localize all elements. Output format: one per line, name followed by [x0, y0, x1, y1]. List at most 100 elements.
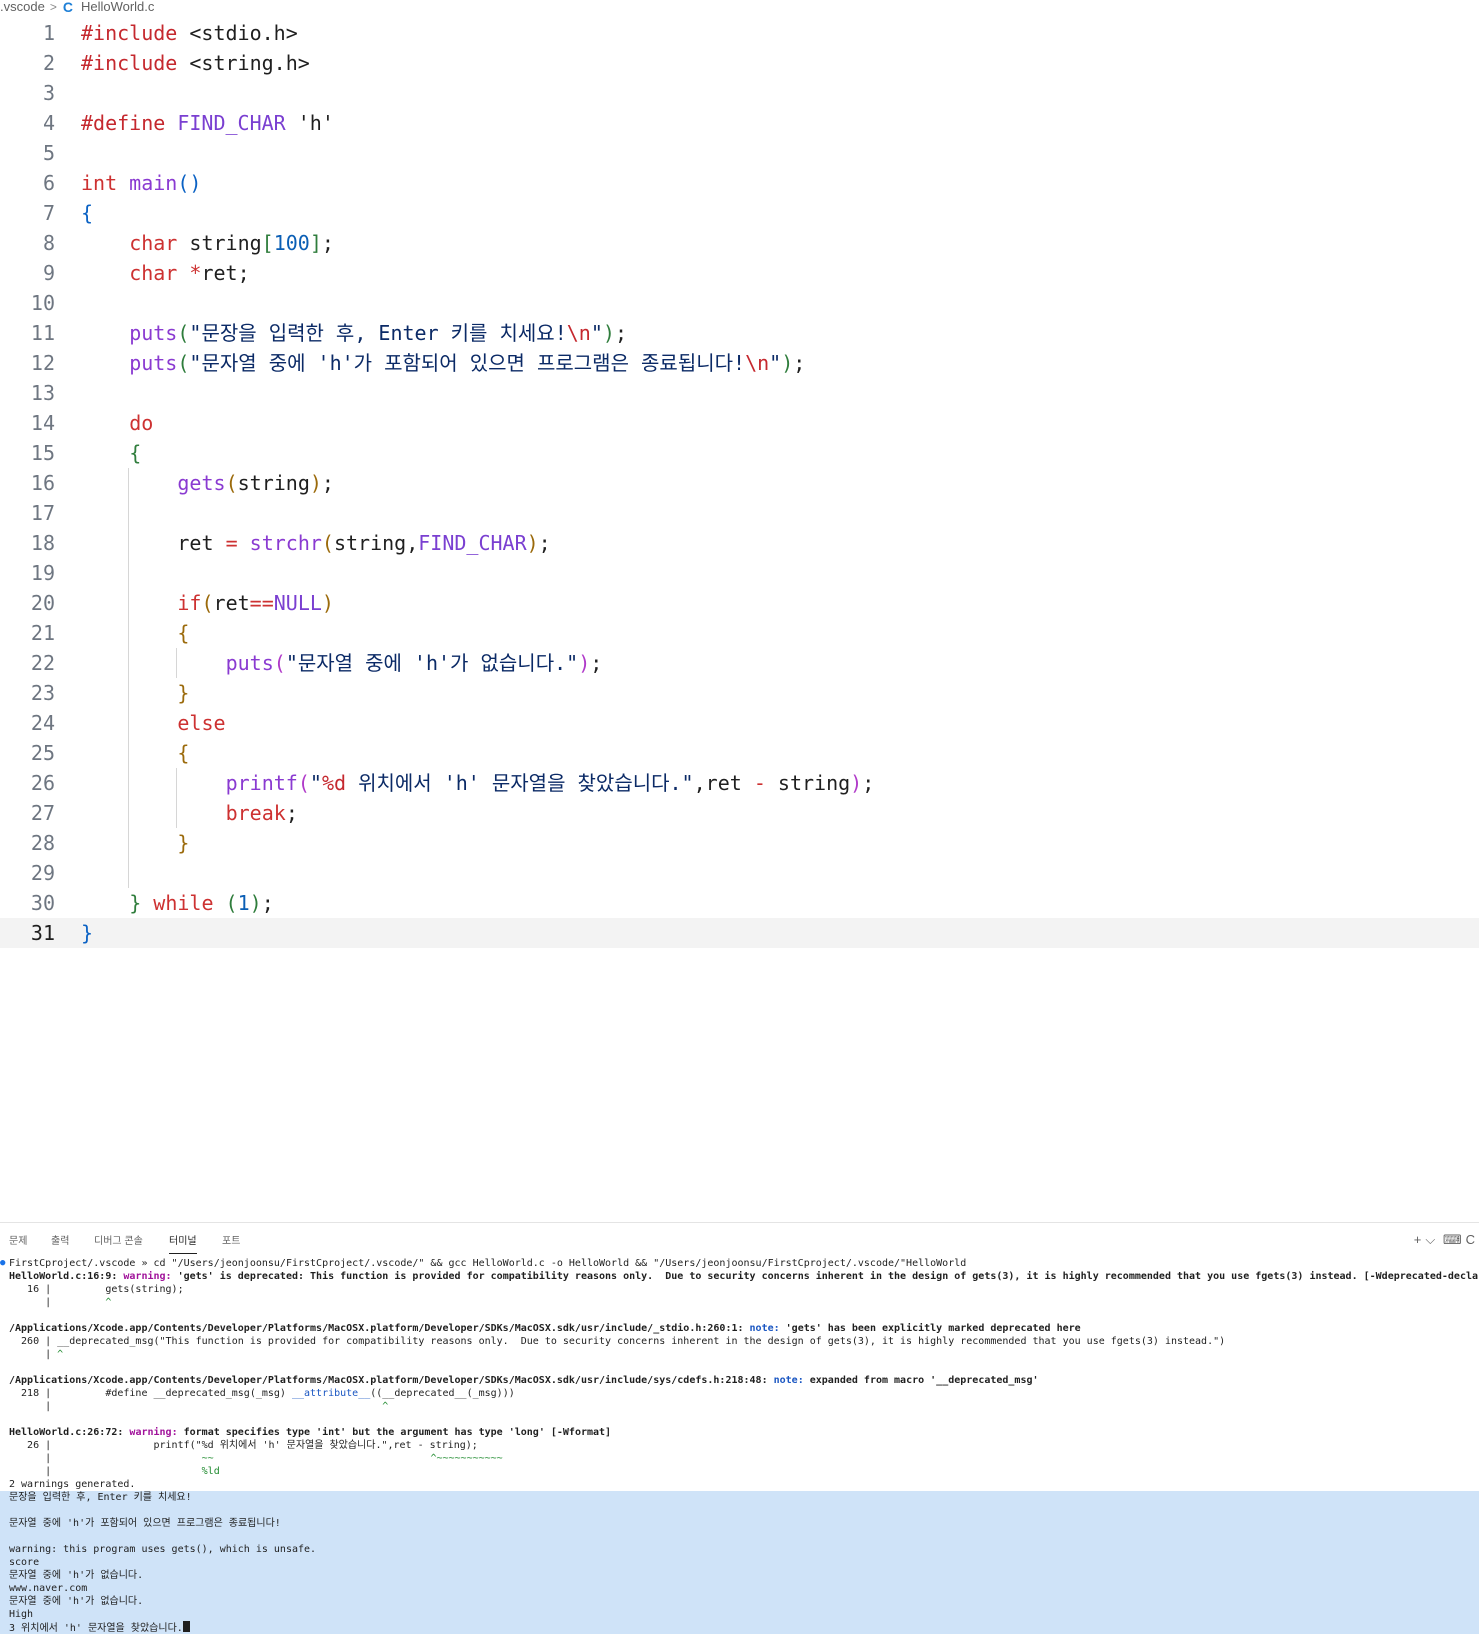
terminal-line: HelloWorld.c:16:9: warning: 'gets' is de… [0, 1270, 1479, 1283]
code-token: } [129, 891, 142, 915]
terminal-segment: 26 | printf("%d 위치에서 'h' 문자열을 찾았습니다.",re… [9, 1440, 478, 1451]
code-line[interactable]: 25 { [0, 738, 1479, 768]
code-token: ( [225, 891, 238, 915]
code-text: char *ret; [129, 258, 249, 288]
code-line[interactable]: 4 #define FIND_CHAR 'h' [0, 108, 1479, 138]
code-line[interactable]: 27 break; [0, 798, 1479, 828]
code-line[interactable]: 6 int main() [0, 168, 1479, 198]
code-token: FIND_CHAR [418, 531, 527, 555]
terminal-segment [214, 1453, 431, 1464]
code-line[interactable]: 28} [0, 828, 1479, 858]
code-token: 위치에서 'h' 문자열을 찾았습니다." [346, 771, 694, 795]
code-text: int main() [81, 168, 201, 198]
code-line[interactable]: 22 puts("문자열 중에 'h'가 없습니다."); [0, 648, 1479, 678]
code-line[interactable]: 3 [0, 78, 1479, 108]
code-line[interactable]: 18 ret = strchr(string,FIND_CHAR); [0, 528, 1479, 558]
line-number: 21 [30, 621, 55, 645]
code-line[interactable]: 26 printf("%d 위치에서 'h' 문자열을 찾았습니다.",ret -… [0, 768, 1479, 798]
tab-terminal[interactable]: 터미널 [169, 1235, 197, 1254]
code-line[interactable]: 5 [0, 138, 1479, 168]
code-line[interactable]: 30} while (1); [0, 888, 1479, 918]
code-token: == [249, 591, 274, 615]
terminal-icon[interactable]: ⌨ [1443, 1232, 1462, 1247]
code-line[interactable]: 9 char *ret; [0, 258, 1479, 288]
line-number: 31 [30, 921, 55, 945]
code-token: while [153, 891, 214, 915]
code-line[interactable]: 2 #include <string.h> [0, 48, 1479, 78]
tab-debug-console[interactable]: 디버그 콘솔 [94, 1235, 143, 1253]
code-editor[interactable]: 1 #include <stdio.h> 2 #include <string.h> 3… [0, 18, 1479, 948]
tab-output[interactable]: 출력 [51, 1235, 69, 1253]
code-token: 'h' [285, 111, 334, 135]
code-token: ; [285, 801, 298, 825]
code-line[interactable]: 11 puts("문장을 입력한 후, Enter 키를 치세요!\n"); [0, 318, 1479, 348]
terminal-line: | ^ [0, 1400, 1479, 1413]
code-token: ( [201, 591, 214, 615]
code-line[interactable]: 8 char string[100]; [0, 228, 1479, 258]
code-line[interactable]: 14 do [0, 408, 1479, 438]
terminal-segment: %ld [201, 1466, 220, 1477]
code-line[interactable]: 7{ [0, 198, 1479, 228]
line-number: 1 [42, 21, 55, 45]
code-line[interactable]: 21 { [0, 618, 1479, 648]
breadcrumb-file[interactable]: HelloWorld.c [81, 0, 154, 14]
terminal-line: 문자열 중에 'h'가 없습니다. [0, 1569, 1479, 1582]
terminal-line [0, 1504, 1479, 1517]
code-line[interactable]: 15 { [0, 438, 1479, 468]
terminal-segment: 260 | __deprecated_msg("This function is… [9, 1336, 1226, 1347]
terminal-segment: | [9, 1401, 383, 1412]
code-token: } [177, 681, 190, 705]
code-text: { [129, 438, 141, 468]
code-token: ( [177, 351, 190, 375]
terminal-segment: | [9, 1466, 202, 1477]
code-line[interactable]: 20 if(ret==NULL) [0, 588, 1479, 618]
add-terminal-icon[interactable]: + [1414, 1232, 1422, 1247]
code-line[interactable]: 24 else [0, 708, 1479, 738]
code-line[interactable]: 12 puts("문자열 중에 'h'가 포함되어 있으면 프로그램은 종료됩니다… [0, 348, 1479, 378]
terminal-segment: | [9, 1297, 106, 1308]
code-token: if [177, 591, 202, 615]
code-token: \n [745, 351, 770, 375]
terminal-line: HelloWorld.c:26:72: warning: format spec… [0, 1426, 1479, 1439]
code-text: } [177, 828, 189, 858]
terminal-segment: format specifies type 'int' but the argu… [177, 1427, 612, 1438]
code-text: else [177, 708, 225, 738]
code-line[interactable]: 13 [0, 378, 1479, 408]
code-token: ] [309, 231, 322, 255]
code-line[interactable]: 19 [0, 558, 1479, 588]
code-token: ; [614, 321, 627, 345]
code-line[interactable]: 1 #include <stdio.h> [0, 18, 1479, 48]
line-number: 19 [30, 561, 55, 585]
terminal-line: 218 | #define __deprecated_msg(_msg) __a… [0, 1387, 1479, 1400]
code-token: ; [590, 651, 603, 675]
breadcrumb-folder[interactable]: .vscode [0, 0, 45, 14]
tab-ports[interactable]: 포트 [222, 1235, 240, 1253]
code-line[interactable]: 23} [0, 678, 1479, 708]
code-line[interactable]: 10 [0, 288, 1479, 318]
code-line[interactable]: 16 gets(string); [0, 468, 1479, 498]
tab-problems[interactable]: 문제 [9, 1235, 27, 1253]
terminal-output[interactable]: ● FirstCproject/.vscode » cd "/Users/jeon… [0, 1257, 1479, 1634]
code-token: #include [81, 51, 178, 75]
code-text: #define FIND_CHAR 'h' [81, 108, 334, 138]
code-token: { [81, 201, 94, 225]
terminal-segment: 218 | #define __deprecated_msg(_msg) [9, 1388, 292, 1399]
code-line[interactable]: 17 [0, 498, 1479, 528]
code-token: string, [333, 531, 419, 555]
terminal-label-fragment[interactable]: C [1466, 1232, 1475, 1247]
line-number: 3 [42, 81, 55, 105]
line-number: 28 [30, 831, 55, 855]
code-line[interactable]: 31} [0, 918, 1479, 948]
line-number: 14 [30, 411, 55, 435]
chevron-down-icon[interactable]: ⌵ [1425, 1232, 1435, 1247]
code-token: strchr [249, 531, 322, 555]
code-line[interactable]: 29 [0, 858, 1479, 888]
code-text: puts("문자열 중에 'h'가 포함되어 있으면 프로그램은 종료됩니다!\… [129, 348, 805, 378]
indent-guide [176, 648, 178, 678]
code-token: ret [177, 531, 226, 555]
